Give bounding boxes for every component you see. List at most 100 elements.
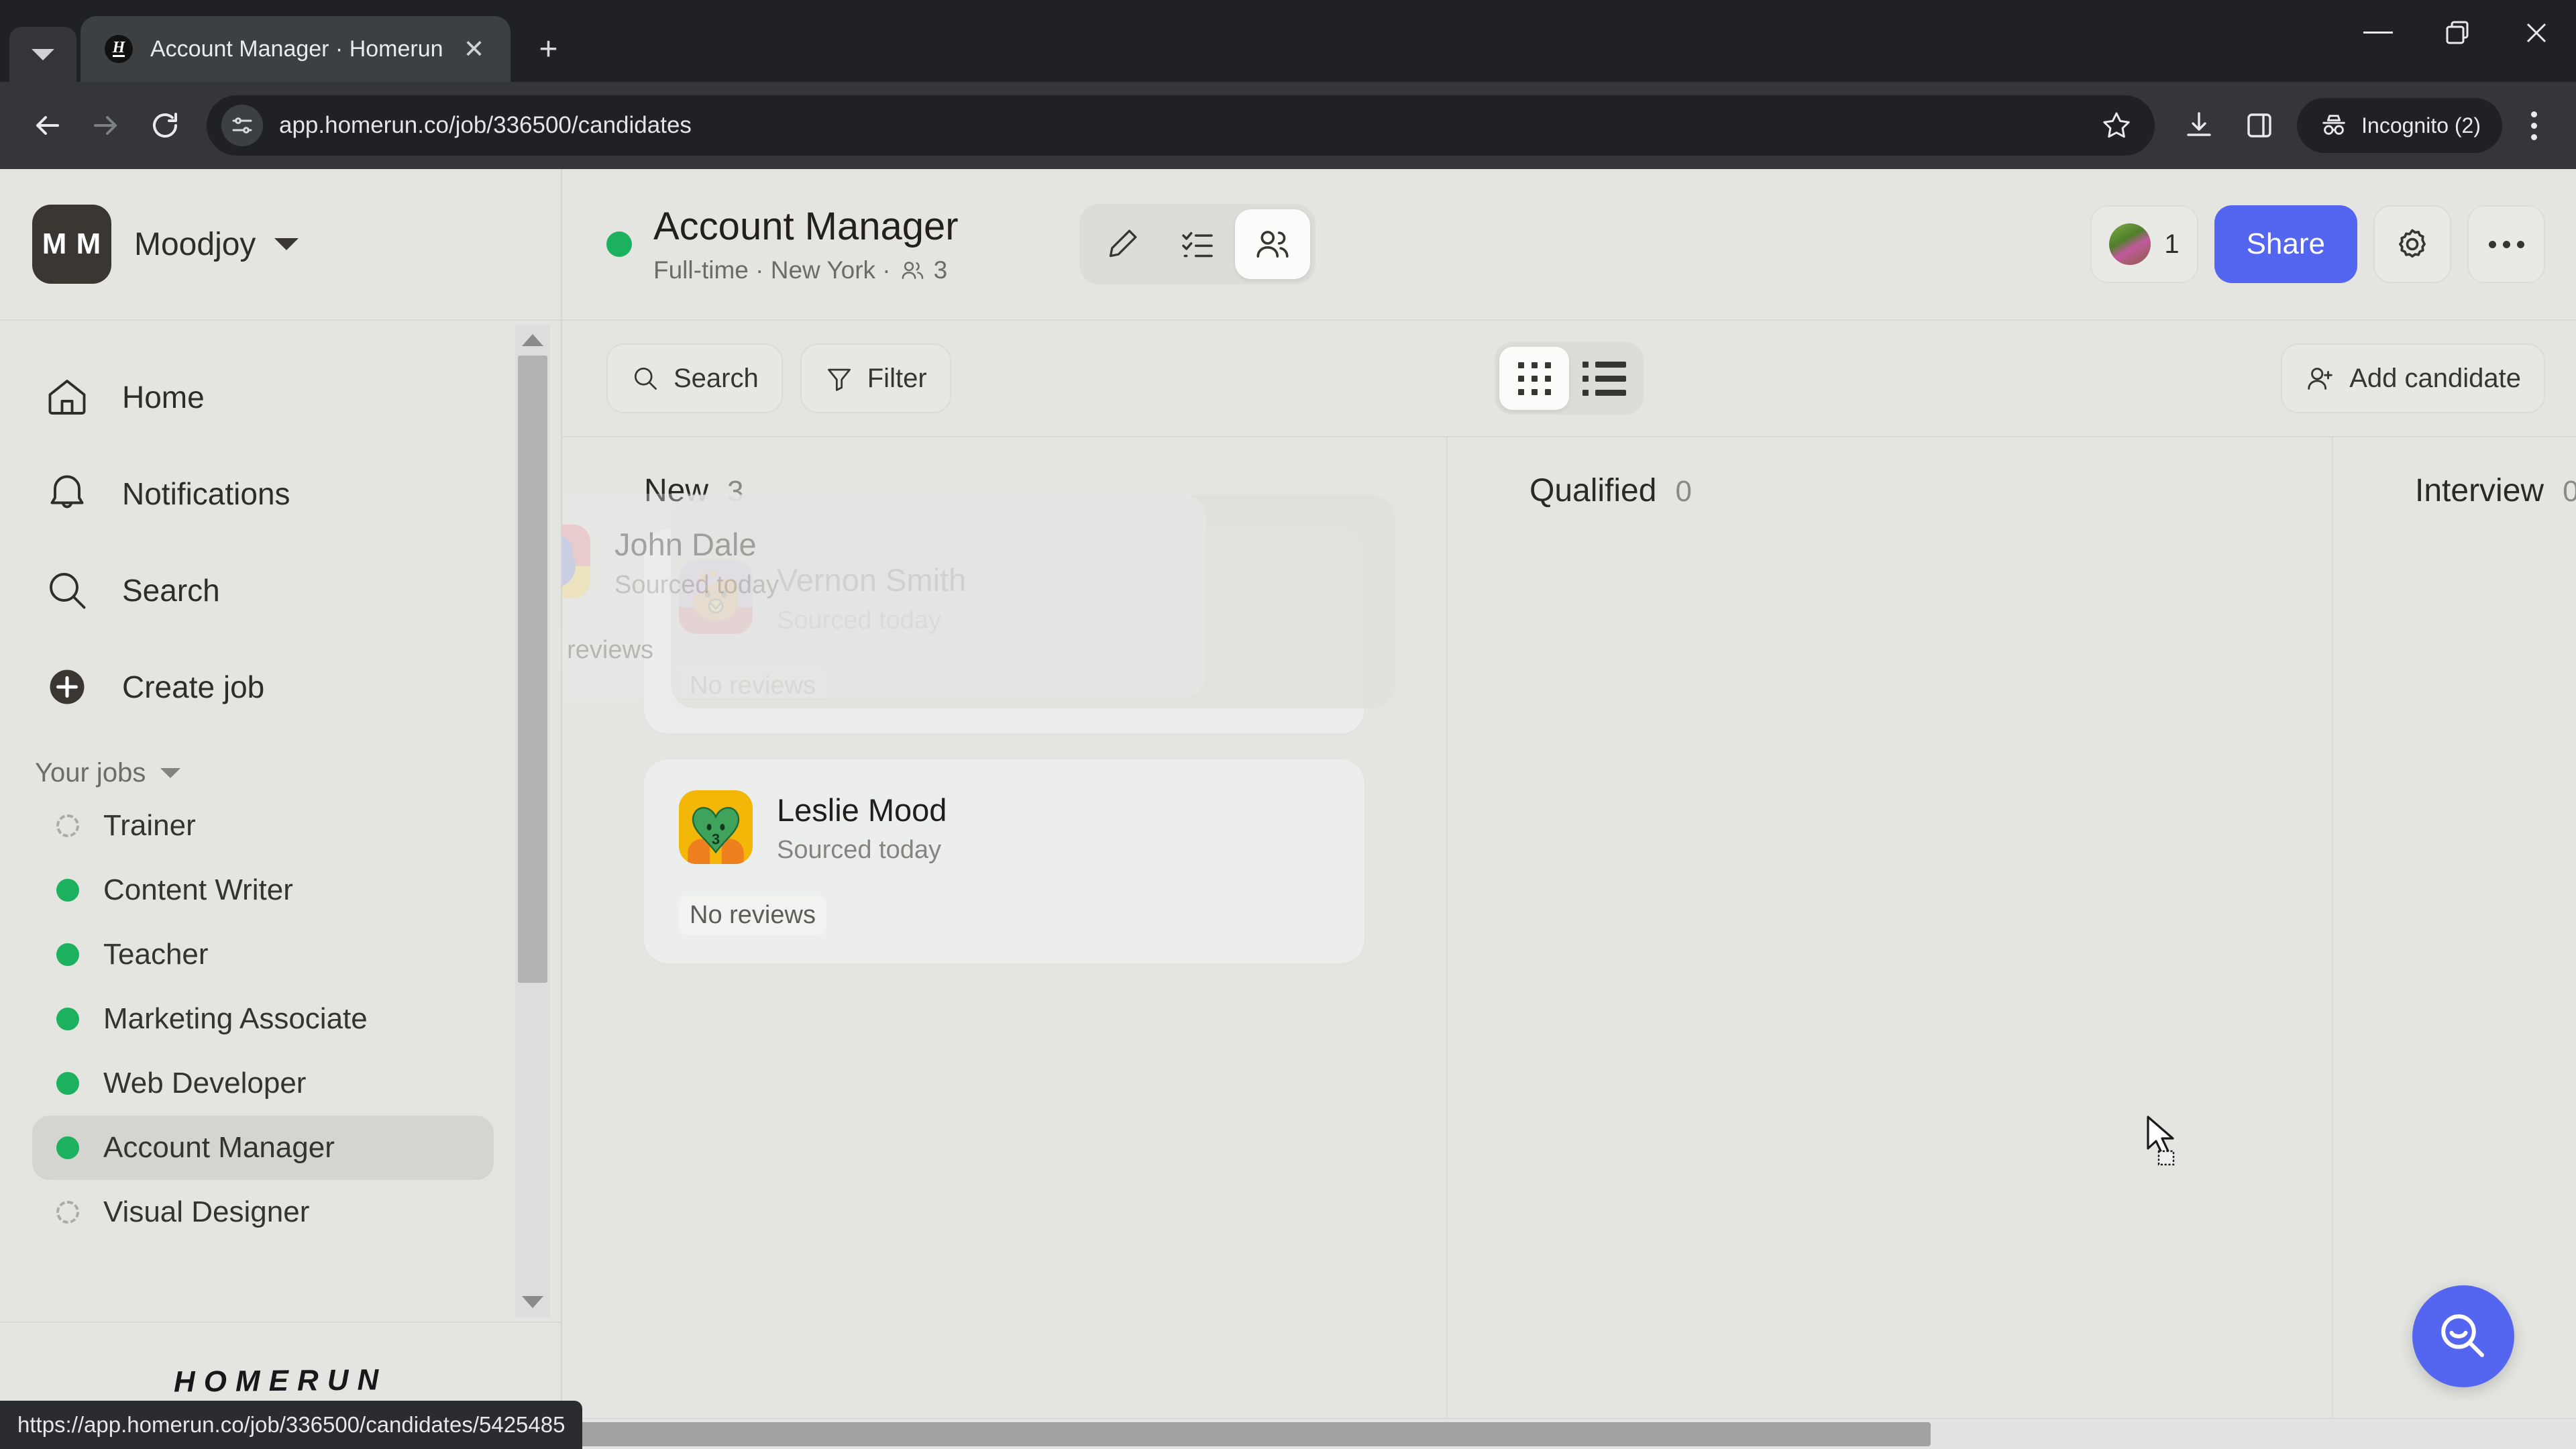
new-tab-button[interactable]: + — [525, 25, 572, 72]
back-button[interactable] — [17, 96, 76, 155]
team-members-button[interactable]: 1 — [2090, 205, 2198, 283]
sidebar-job-teacher[interactable]: Teacher — [32, 922, 494, 987]
bookmark-star-icon[interactable] — [2093, 102, 2140, 149]
sidebar-item-search[interactable]: Search — [0, 542, 561, 639]
chevron-down-icon — [274, 238, 299, 250]
settings-button[interactable] — [2373, 205, 2451, 283]
chrome-menu-button[interactable] — [2509, 97, 2559, 154]
sidebar-job-content-writer[interactable]: Content Writer — [32, 858, 494, 922]
list-view-icon — [1582, 361, 1626, 396]
board-column-new: New 3 Vernon Smith Sourced today No revi… — [562, 437, 1448, 1449]
browser-status-bar: https://app.homerun.co/job/336500/candid… — [0, 1401, 583, 1449]
app-sidebar: M M Moodjoy Home Notifications Search Cr… — [0, 169, 562, 1449]
incognito-icon — [2322, 115, 2345, 135]
scrollbar-thumb[interactable] — [518, 356, 547, 983]
job-status-dot-icon — [606, 231, 632, 257]
help-search-icon — [2441, 1314, 2484, 1357]
view-grid-button[interactable] — [1499, 347, 1569, 410]
downloads-icon[interactable] — [2171, 97, 2227, 154]
close-tab-button[interactable]: ✕ — [455, 30, 493, 68]
sidebar-item-label: Notifications — [122, 476, 290, 511]
sidebar-item-home[interactable]: Home — [0, 349, 561, 445]
browser-tab[interactable]: H Account Manager · Homerun ✕ — [80, 16, 511, 82]
sidebar-item-label: Home — [122, 380, 205, 415]
your-jobs-header[interactable]: Your jobs — [0, 758, 561, 788]
vernon-avatar-illustration — [679, 560, 753, 634]
close-window-button[interactable] — [2497, 0, 2576, 66]
candidates-board: New 3 Vernon Smith Sourced today No revi… — [562, 436, 2576, 1449]
job-header-actions: 1 Share — [2090, 205, 2545, 283]
candidate-sub: Sourced today — [777, 606, 942, 635]
incognito-profile-button[interactable]: Incognito (2) — [2297, 98, 2502, 153]
tab-title: Account Manager · Homerun — [150, 36, 443, 62]
sidebar-job-account-manager[interactable]: Account Manager — [32, 1116, 494, 1180]
column-name: Qualified — [1529, 473, 1657, 508]
sidebar-job-marketing-associate[interactable]: Marketing Associate — [32, 987, 494, 1051]
scroll-down-arrow-icon[interactable] — [522, 1287, 543, 1318]
tune-icon[interactable] — [221, 105, 263, 146]
sidebar-job-web-developer[interactable]: Web Developer — [32, 1051, 494, 1116]
checklist-icon — [1181, 231, 1213, 258]
view-list-button[interactable] — [1569, 347, 1639, 410]
add-candidate-button[interactable]: Add candidate — [2281, 343, 2545, 413]
sidebar-item-create-job[interactable]: Create job — [0, 639, 561, 735]
sidebar-item-notifications[interactable]: Notifications — [0, 445, 561, 542]
candidate-card[interactable]: 3 Leslie Mood Sourced today No reviews — [644, 759, 1364, 964]
workspace-avatar: M M — [32, 205, 111, 284]
status-dot-live-icon — [56, 1136, 79, 1159]
workspace-switcher[interactable]: M M Moodjoy — [0, 169, 561, 321]
search-icon — [634, 367, 657, 390]
sidebar-scroll-area: Home Notifications Search Create job You… — [0, 321, 561, 1322]
filter-icon — [827, 368, 851, 391]
sidebar-job-label: Visual Designer — [103, 1195, 310, 1228]
scroll-up-arrow-icon[interactable] — [522, 325, 543, 356]
column-header: Qualified 0 — [1448, 437, 2332, 529]
column-name: New — [644, 473, 709, 508]
address-bar[interactable]: app.homerun.co/job/336500/candidates — [207, 95, 2155, 156]
board-column-qualified: Qualified 0 — [1448, 437, 2333, 1449]
side-panel-icon[interactable] — [2231, 97, 2288, 154]
minimize-window-button[interactable] — [2339, 0, 2418, 66]
maximize-window-button[interactable] — [2418, 0, 2497, 66]
job-header: Account Manager Full-time · New York · 3 — [562, 169, 2576, 321]
page-title: Account Manager — [653, 204, 959, 248]
reload-button[interactable] — [136, 96, 195, 155]
forward-button[interactable] — [76, 96, 136, 155]
team-count: 1 — [2164, 229, 2180, 259]
ellipsis-icon — [2488, 240, 2524, 248]
status-dot-live-icon — [56, 879, 79, 902]
search-button-label: Search — [674, 363, 759, 393]
tab-checklist[interactable] — [1160, 209, 1235, 279]
sidebar-job-label: Teacher — [103, 938, 209, 971]
status-bar-url: https://app.homerun.co/job/336500/candid… — [17, 1412, 566, 1437]
search-button[interactable]: Search — [606, 343, 783, 413]
home-icon — [39, 369, 95, 425]
board-toolbar: Search Filter Add candidate — [562, 321, 2576, 436]
sidebar-job-trainer[interactable]: Trainer — [32, 794, 494, 858]
status-dot-live-icon — [56, 1008, 79, 1030]
sidebar-job-label: Trainer — [103, 809, 196, 842]
sidebar-scrollbar[interactable] — [515, 325, 550, 1318]
tab-edit-job[interactable] — [1085, 209, 1160, 279]
tab-candidates[interactable] — [1234, 209, 1310, 279]
search-icon — [39, 562, 95, 619]
browser-window: H Account Manager · Homerun ✕ + app.home… — [0, 0, 2576, 1449]
more-options-button[interactable] — [2467, 205, 2545, 283]
share-button[interactable]: Share — [2214, 205, 2357, 283]
scrollbar-thumb[interactable] — [562, 1422, 1931, 1446]
candidate-name: Vernon Smith — [777, 562, 967, 598]
avatar — [679, 560, 753, 634]
review-badge: No reviews — [679, 896, 826, 936]
status-dot-draft-icon — [56, 814, 79, 837]
main-content: Account Manager Full-time · New York · 3 — [562, 169, 2576, 1449]
job-section-tabs — [1079, 204, 1316, 284]
sidebar-job-visual-designer[interactable]: Visual Designer — [32, 1180, 494, 1244]
board-horizontal-scrollbar[interactable] — [562, 1418, 2576, 1449]
help-widget-button[interactable] — [2412, 1285, 2514, 1387]
candidate-card[interactable]: Vernon Smith Sourced today No reviews — [644, 529, 1364, 734]
sidebar-item-label: Search — [122, 573, 220, 608]
homerun-favicon-icon: H — [105, 35, 133, 63]
tab-search-button[interactable] — [9, 27, 76, 82]
column-count: 0 — [1675, 475, 1692, 508]
filter-button[interactable]: Filter — [800, 343, 951, 413]
